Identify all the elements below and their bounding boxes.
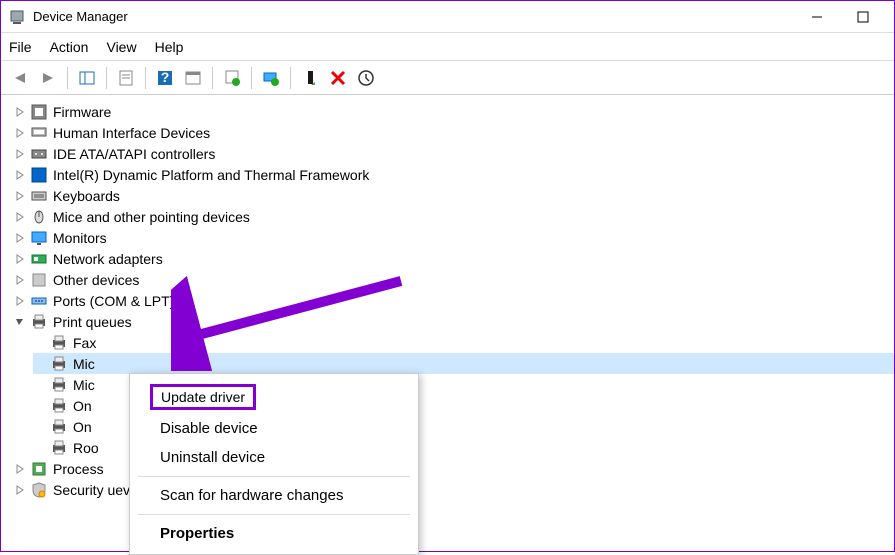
printer-icon [51,398,67,414]
tree-child-label: Fax [71,335,98,351]
collapse-icon[interactable] [13,315,27,329]
expand-icon[interactable] [13,483,27,497]
back-button[interactable] [7,65,33,91]
keyboard-icon [31,188,47,204]
help-button[interactable]: ? [152,65,178,91]
tree-node-label: Process [51,461,106,477]
ctx-separator-1 [138,476,410,477]
expand-icon[interactable] [13,147,27,161]
tree-node[interactable]: Monitors [13,227,894,248]
printer-icon [51,356,67,372]
ctx-scan-hardware[interactable]: Scan for hardware changes [130,481,418,510]
menu-action[interactable]: Action [50,39,89,55]
tree-node-label: Monitors [51,230,109,246]
tree-node-label: Intel(R) Dynamic Platform and Thermal Fr… [51,167,371,183]
tree-child-label: Mic [71,356,97,372]
window-title: Device Manager [33,9,794,24]
hid-icon [31,125,47,141]
tree-node[interactable]: IDE ATA/ATAPI controllers [13,143,894,164]
action-button[interactable] [180,65,206,91]
menu-view[interactable]: View [106,39,136,55]
properties-button[interactable] [113,65,139,91]
title-bar: Device Manager [1,1,894,33]
printer-icon [51,440,67,456]
disable-device-button[interactable] [297,65,323,91]
security-icon [31,482,47,498]
thermal-icon [31,167,47,183]
tree-node-label: Human Interface Devices [51,125,212,141]
tree-node-label: Print queues [51,314,134,330]
show-hide-tree-button[interactable] [74,65,100,91]
tree-node[interactable]: Ports (COM & LPT) [13,290,894,311]
expand-icon[interactable] [13,273,27,287]
menu-help[interactable]: Help [155,39,184,55]
tree-child-label: Mic [71,377,97,393]
expand-icon[interactable] [13,462,27,476]
tree-node[interactable]: Print queues [13,311,894,332]
toolbar: ? [1,61,894,95]
expand-icon[interactable] [13,294,27,308]
scan-hardware-button[interactable] [219,65,245,91]
update-driver-button[interactable] [258,65,284,91]
tree-node[interactable]: Other devices [13,269,894,290]
tree-node[interactable]: Intel(R) Dynamic Platform and Thermal Fr… [13,164,894,185]
tree-node-label: IDE ATA/ATAPI controllers [51,146,217,162]
tree-node[interactable]: Firmware [13,101,894,122]
context-menu: Update driver Disable device Uninstall d… [129,373,419,555]
ctx-disable-device[interactable]: Disable device [130,414,418,443]
tree-child-label: On [71,398,94,414]
tree-node-label: Ports (COM & LPT) [51,293,176,309]
network-icon [31,251,47,267]
printer-icon [31,314,47,330]
other-icon [31,272,47,288]
menu-file[interactable]: File [9,39,32,55]
printer-icon [51,419,67,435]
ctx-update-driver-label: Update driver [150,384,256,410]
expand-icon[interactable] [13,210,27,224]
enable-device-button[interactable] [353,65,379,91]
uninstall-device-button[interactable] [325,65,351,91]
app-icon [9,9,25,25]
maximize-button[interactable] [840,1,886,33]
tree-child-label: Roo [71,440,101,456]
tree-child-node[interactable]: Fax [33,332,894,353]
monitor-icon [31,230,47,246]
expand-icon[interactable] [13,231,27,245]
tree-node-label: Keyboards [51,188,122,204]
ide-icon [31,146,47,162]
printer-icon [51,377,67,393]
expand-icon[interactable] [13,126,27,140]
tree-child-label: On [71,419,94,435]
expand-icon[interactable] [13,168,27,182]
tree-child-node[interactable]: Mic [33,353,894,374]
printer-icon [51,335,67,351]
expand-icon[interactable] [13,252,27,266]
tree-node-label: Mice and other pointing devices [51,209,252,225]
ctx-separator-2 [138,514,410,515]
tree-node[interactable]: Human Interface Devices [13,122,894,143]
tree-node-label: Other devices [51,272,141,288]
minimize-button[interactable] [794,1,840,33]
firmware-icon [31,104,47,120]
tree-node-label: Firmware [51,104,113,120]
tree-node-label: Network adapters [51,251,165,267]
mouse-icon [31,209,47,225]
forward-button[interactable] [35,65,61,91]
ctx-update-driver[interactable]: Update driver [130,380,418,414]
tree-node[interactable]: Network adapters [13,248,894,269]
processor-icon [31,461,47,477]
port-icon [31,293,47,309]
menu-bar: File Action View Help [1,33,894,61]
svg-text:?: ? [161,70,170,85]
expand-icon[interactable] [13,105,27,119]
ctx-uninstall-device[interactable]: Uninstall device [130,443,418,472]
tree-node[interactable]: Keyboards [13,185,894,206]
ctx-properties[interactable]: Properties [130,519,418,548]
tree-node[interactable]: Mice and other pointing devices [13,206,894,227]
expand-icon[interactable] [13,189,27,203]
